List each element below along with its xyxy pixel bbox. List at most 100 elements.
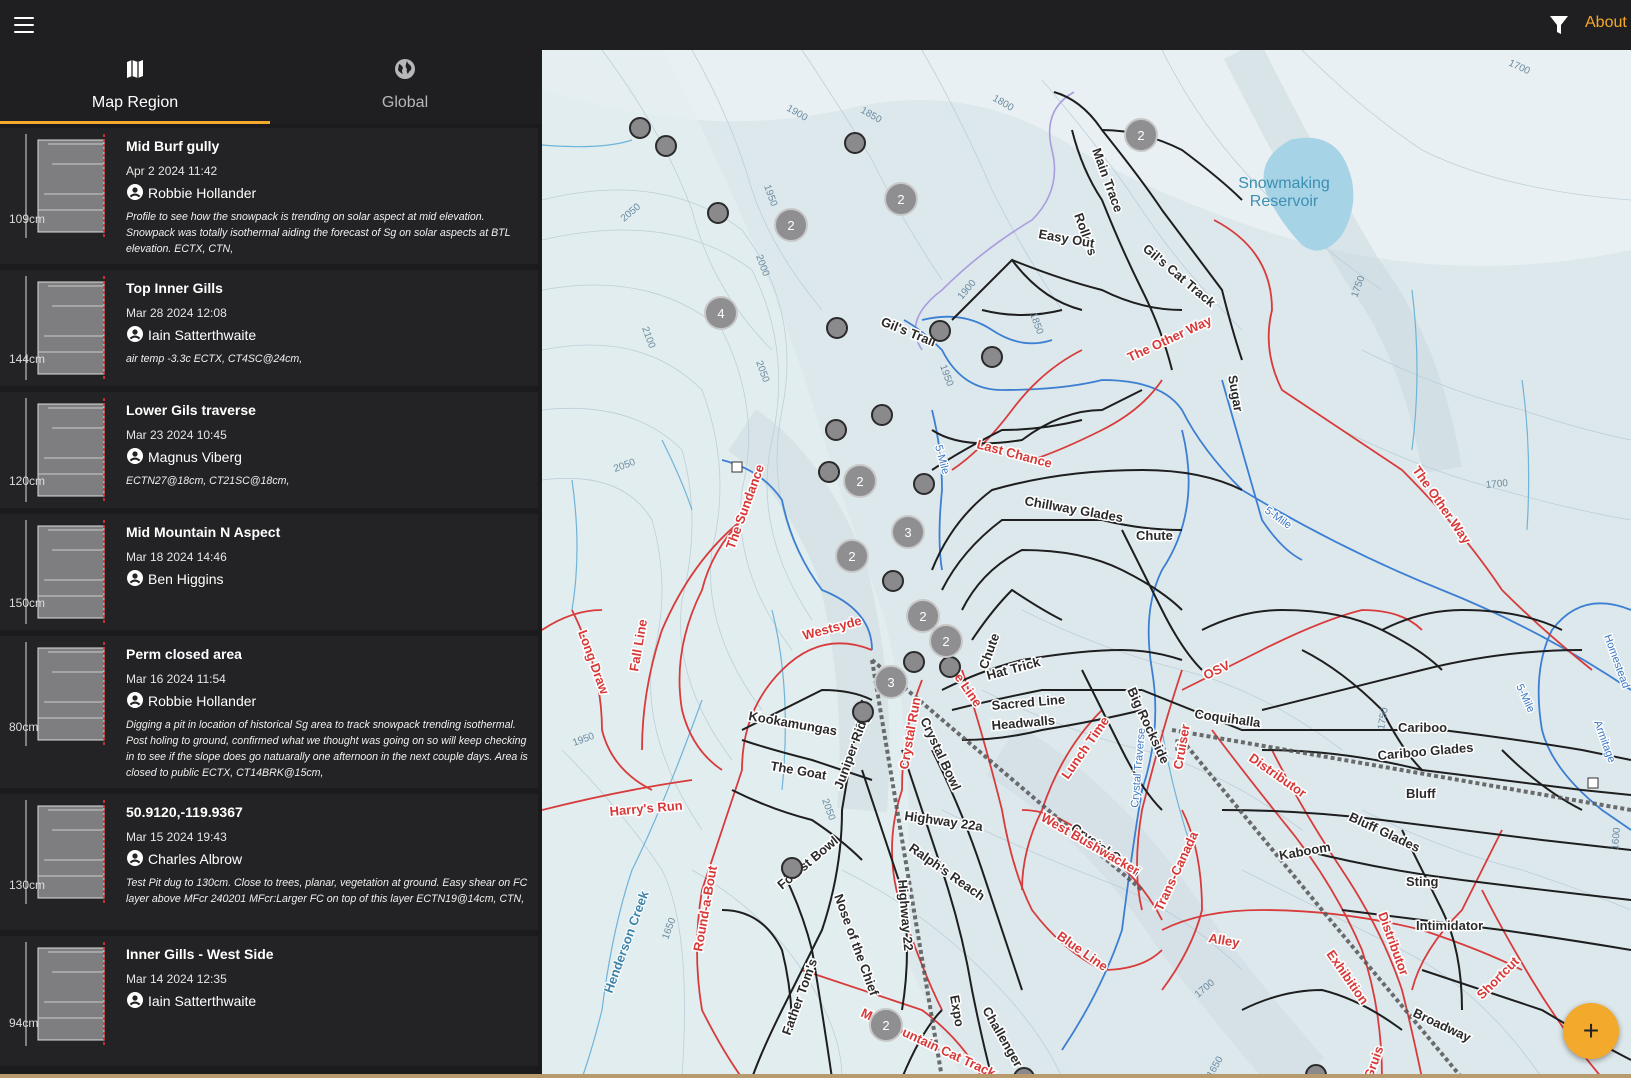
observation-title: Top Inner Gills — [126, 280, 223, 296]
svg-text:2: 2 — [856, 474, 863, 489]
svg-text:Chute: Chute — [1136, 528, 1173, 543]
observation-title: Mid Burf gully — [126, 138, 220, 154]
cluster-marker[interactable]: 2 — [906, 599, 940, 633]
top-app-bar: About — [0, 0, 1631, 50]
observation-marker[interactable] — [781, 857, 803, 879]
observation-card[interactable]: 120cm Lower Gils traverse Mar 23 2024 10:4… — [0, 392, 538, 508]
observation-marker[interactable] — [913, 473, 935, 495]
profile-depth: 109cm — [9, 212, 46, 226]
user-account-icon — [127, 570, 143, 586]
map-canvas[interactable]: Snowmaking Reservoir Main Trace Rollers … — [542, 50, 1631, 1078]
observation-marker[interactable] — [844, 132, 866, 154]
profile-depth: 80cm — [9, 720, 39, 734]
cluster-marker[interactable]: 2 — [774, 208, 808, 242]
observation-date: Mar 14 2024 12:35 — [126, 972, 227, 986]
observation-marker[interactable] — [939, 656, 961, 678]
observer-name: Charles Albrow — [148, 851, 243, 867]
observation-marker[interactable] — [929, 320, 951, 342]
observation-title: Mid Mountain N Aspect — [126, 524, 281, 540]
observation-marker[interactable] — [903, 651, 925, 673]
tab-map-region[interactable]: Map Region — [0, 50, 270, 124]
observer-name: Ben Higgins — [148, 571, 224, 587]
svg-text:4: 4 — [717, 306, 724, 321]
observation-title: Perm closed area — [126, 646, 242, 662]
observation-marker[interactable] — [629, 117, 651, 139]
tab-label: Global — [381, 94, 429, 111]
observation-card[interactable]: 130cm 50.9120,-119.9367 Mar 15 2024 19:43 C… — [0, 794, 538, 930]
observation-marker[interactable] — [825, 419, 847, 441]
observation-date: Mar 15 2024 19:43 — [126, 830, 227, 844]
observation-marker[interactable] — [818, 461, 840, 483]
observation-marker[interactable] — [655, 135, 677, 157]
observation-title: Lower Gils traverse — [126, 402, 256, 418]
tab-label: Map Region — [91, 94, 179, 111]
svg-text:Intimidator: Intimidator — [1416, 918, 1483, 933]
observation-card[interactable]: 109cm Mid Burf gully Apr 2 2024 11:42 Robbi… — [0, 128, 538, 264]
svg-text:Sting: Sting — [1406, 874, 1439, 889]
observation-marker[interactable] — [852, 701, 874, 723]
svg-text:2: 2 — [848, 549, 855, 564]
observation-note: Test Pit dug to 130cm. Close to trees, p… — [126, 877, 528, 905]
lake-label-line2: Reservoir — [1250, 193, 1319, 210]
user-account-icon — [127, 448, 143, 464]
svg-text:1700: 1700 — [1485, 478, 1509, 491]
profile-depth: 130cm — [9, 878, 46, 892]
cluster-marker[interactable]: 2 — [884, 182, 918, 216]
observation-note: air temp -3.3c ECTX, CT4SC@24cm, — [126, 353, 303, 365]
profile-depth: 120cm — [9, 474, 46, 488]
observation-marker[interactable] — [707, 202, 729, 224]
svg-text:1600: 1600 — [1610, 827, 1623, 851]
svg-text:3: 3 — [904, 525, 911, 540]
user-account-icon — [127, 692, 143, 708]
observer-name: Robbie Hollander — [148, 185, 257, 201]
svg-text:2: 2 — [787, 218, 794, 233]
svg-text:2: 2 — [1137, 128, 1144, 143]
cluster-marker[interactable]: 2 — [1124, 118, 1158, 152]
observation-card[interactable]: 144cm Top Inner Gills Mar 28 2024 12:08 Iai… — [0, 270, 538, 386]
observation-note: Profile to see how the snowpack is trend… — [126, 211, 511, 255]
svg-text:2: 2 — [942, 634, 949, 649]
observation-date: Mar 23 2024 10:45 — [126, 428, 227, 442]
filter-funnel-icon[interactable] — [1547, 12, 1571, 38]
observation-note: ECTN27@18cm, CT21SC@18cm, — [126, 475, 290, 487]
observation-card[interactable]: 80cm Perm closed area Mar 16 2024 11:54 Rob… — [0, 636, 538, 788]
profile-depth: 150cm — [9, 596, 46, 610]
cluster-marker[interactable]: 2 — [869, 1008, 903, 1042]
tab-global[interactable]: Global — [270, 50, 540, 124]
observations-sidebar: Map Region Global 109cm Mid Burf gully Apr… — [0, 50, 542, 1078]
cluster-marker[interactable]: 2 — [835, 539, 869, 573]
globe-icon — [395, 59, 415, 79]
svg-text:Cariboo: Cariboo — [1398, 720, 1447, 735]
observation-title: 50.9120,-119.9367 — [126, 804, 243, 820]
observation-date: Mar 28 2024 12:08 — [126, 306, 227, 320]
observation-marker[interactable] — [826, 317, 848, 339]
plus-icon: + — [1582, 1015, 1600, 1046]
hamburger-menu-icon[interactable] — [12, 13, 36, 37]
bottom-edge-strip — [0, 1074, 1631, 1078]
observation-marker[interactable] — [981, 346, 1003, 368]
profile-depth: 144cm — [9, 352, 46, 366]
user-account-icon — [127, 326, 143, 342]
lake-label-line1: Snowmaking — [1238, 175, 1330, 192]
observation-card[interactable]: 94cm Inner Gills - West Side Mar 14 2024 1… — [0, 936, 538, 1066]
svg-text:2: 2 — [882, 1018, 889, 1033]
observation-title: Inner Gills - West Side — [126, 946, 274, 962]
svg-text:Bluff: Bluff — [1406, 786, 1436, 801]
observation-card[interactable]: 150cm Mid Mountain N Aspect Mar 18 2024 14… — [0, 514, 538, 630]
observer-name: Magnus Viberg — [148, 449, 242, 465]
user-account-icon — [127, 992, 143, 1008]
observation-date: Mar 18 2024 14:46 — [126, 550, 227, 564]
add-observation-button[interactable]: + — [1563, 1003, 1619, 1059]
observation-marker[interactable] — [882, 570, 904, 592]
about-link[interactable]: About — [1585, 14, 1627, 32]
observation-marker[interactable] — [871, 404, 893, 426]
terrain-map[interactable]: Snowmaking Reservoir Main Trace Rollers … — [542, 50, 1631, 1078]
cluster-marker[interactable]: 2 — [843, 464, 877, 498]
map-icon — [127, 60, 143, 78]
cluster-marker[interactable]: 2 — [929, 624, 963, 658]
cluster-marker[interactable]: 3 — [891, 515, 925, 549]
observer-name: Iain Satterthwaite — [148, 327, 257, 343]
snow-profile-thumbnail — [25, 942, 105, 1046]
cluster-marker[interactable]: 3 — [874, 665, 908, 699]
cluster-marker[interactable]: 4 — [704, 296, 738, 330]
